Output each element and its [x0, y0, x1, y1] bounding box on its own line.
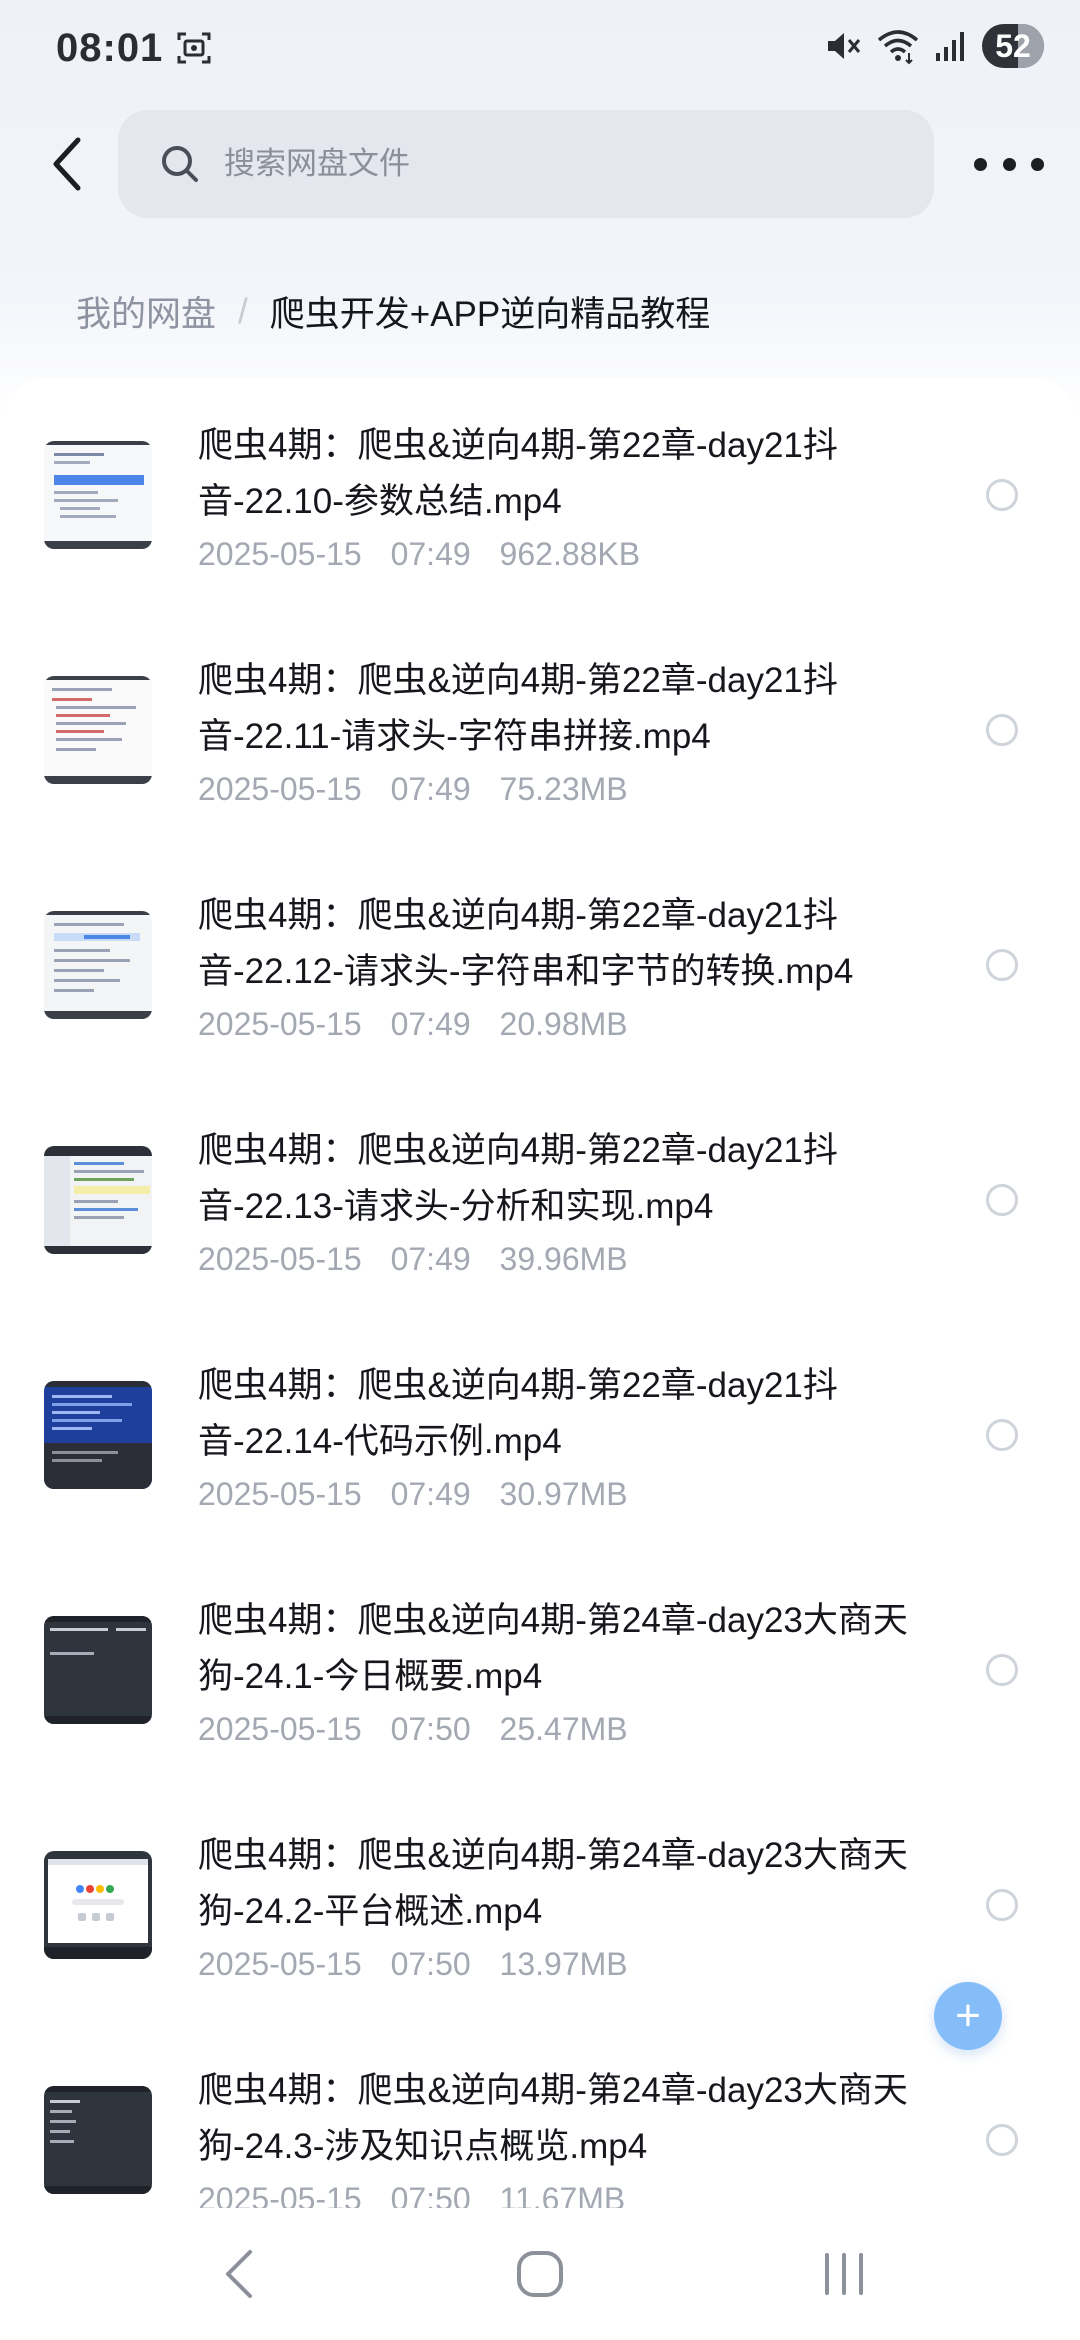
file-name: 爬虫4期：爬虫&逆向4期-第22章-day21抖音-22.14-代码示例.mp4: [198, 1366, 838, 1461]
more-button[interactable]: [974, 144, 1044, 184]
back-button[interactable]: [36, 132, 100, 196]
file-name: 爬虫4期：爬虫&逆向4期-第24章-day23大商天狗-24.3-涉及知识点概览…: [198, 2071, 908, 2166]
file-row[interactable]: 爬虫4期：爬虫&逆向4期-第24章-day23大商天狗-24.3-涉及知识点概览…: [0, 2023, 1080, 2208]
battery-level: 52: [995, 27, 1031, 64]
nav-back-icon: [226, 2250, 252, 2298]
file-meta: 2025-05-15 07:50 13.97MB: [198, 1946, 628, 1983]
file-date: 2025-05-15: [198, 771, 362, 807]
status-bar: 08:01 52: [0, 0, 1080, 100]
file-row[interactable]: 爬虫4期：爬虫&逆向4期-第22章-day21抖音-22.13-请求头-分析和实…: [0, 1083, 1080, 1318]
file-date: 2025-05-15: [198, 536, 362, 572]
battery-icon: 52: [982, 24, 1044, 68]
select-radio[interactable]: [986, 714, 1018, 746]
more-dot: [974, 157, 987, 171]
file-row[interactable]: 爬虫4期：爬虫&逆向4期-第22章-day21抖音-22.10-参数总结.mp4…: [0, 378, 1080, 613]
file-name: 爬虫4期：爬虫&逆向4期-第22章-day21抖音-22.12-请求头-字符串和…: [198, 896, 854, 991]
system-nav-bar: [0, 2208, 1080, 2340]
search-box[interactable]: [118, 110, 934, 218]
file-name: 爬虫4期：爬虫&逆向4期-第24章-day23大商天狗-24.1-今日概要.mp…: [198, 1601, 908, 1696]
video-thumbnail: [44, 441, 152, 549]
video-thumbnail: [44, 911, 152, 1019]
select-radio[interactable]: [986, 479, 1018, 511]
video-thumbnail: [44, 1616, 152, 1724]
file-time: 07:50: [390, 1711, 471, 1747]
status-time: 08:01: [56, 26, 164, 70]
screenshot-icon: [177, 32, 211, 64]
select-radio[interactable]: [986, 1889, 1018, 1921]
nav-home-icon: [517, 2251, 563, 2297]
file-size: 962.88KB: [499, 536, 641, 572]
file-date: 2025-05-15: [198, 1946, 362, 1982]
file-time: 07:49: [390, 1476, 471, 1512]
file-time: 07:49: [390, 771, 471, 807]
file-meta: 2025-05-15 07:49 39.96MB: [198, 1241, 628, 1278]
file-list: 爬虫4期：爬虫&逆向4期-第22章-day21抖音-22.10-参数总结.mp4…: [0, 378, 1080, 2208]
video-thumbnail: [44, 1381, 152, 1489]
file-time: 07:49: [390, 1006, 471, 1042]
file-size: 13.97MB: [499, 1946, 628, 1982]
file-size: 20.98MB: [499, 1006, 628, 1042]
file-size: 75.23MB: [499, 771, 628, 807]
file-date: 2025-05-15: [198, 1711, 362, 1747]
nav-home-button[interactable]: [500, 2244, 580, 2304]
select-radio[interactable]: [986, 949, 1018, 981]
video-thumbnail: [44, 1851, 152, 1959]
file-name: 爬虫4期：爬虫&逆向4期-第22章-day21抖音-22.11-请求头-字符串拼…: [198, 661, 838, 756]
file-meta: 2025-05-15 07:49 20.98MB: [198, 1006, 628, 1043]
file-time: 07:50: [390, 2181, 471, 2208]
file-size: 25.47MB: [499, 1711, 628, 1747]
file-row[interactable]: 爬虫4期：爬虫&逆向4期-第22章-day21抖音-22.12-请求头-字符串和…: [0, 848, 1080, 1083]
nav-back-button[interactable]: [200, 2244, 280, 2304]
file-row[interactable]: 爬虫4期：爬虫&逆向4期-第22章-day21抖音-22.14-代码示例.mp4…: [0, 1318, 1080, 1553]
file-meta: 2025-05-15 07:50 25.47MB: [198, 1711, 628, 1748]
video-thumbnail: [44, 1146, 152, 1254]
select-radio[interactable]: [986, 1654, 1018, 1686]
file-meta: 2025-05-15 07:49 75.23MB: [198, 771, 628, 808]
file-size: 30.97MB: [499, 1476, 628, 1512]
file-name: 爬虫4期：爬虫&逆向4期-第22章-day21抖音-22.10-参数总结.mp4: [198, 426, 838, 521]
mute-icon: [828, 33, 861, 59]
file-list-panel: 爬虫4期：爬虫&逆向4期-第22章-day21抖音-22.10-参数总结.mp4…: [0, 378, 1080, 2208]
more-dot: [1002, 157, 1016, 171]
breadcrumb-separator: /: [238, 291, 248, 331]
file-meta: 2025-05-15 07:49 962.88KB: [198, 536, 640, 573]
file-time: 07:49: [390, 1241, 471, 1277]
wifi-icon: [877, 30, 919, 65]
search-input[interactable]: [224, 146, 824, 182]
file-name: 爬虫4期：爬虫&逆向4期-第24章-day23大商天狗-24.2-平台概述.mp…: [198, 1836, 908, 1931]
file-row[interactable]: 爬虫4期：爬虫&逆向4期-第24章-day23大商天狗-24.1-今日概要.mp…: [0, 1553, 1080, 1788]
file-meta: 2025-05-15 07:49 30.97MB: [198, 1476, 628, 1513]
breadcrumb-current: 爬虫开发+APP逆向精品教程: [269, 295, 711, 334]
header: [0, 110, 1080, 220]
more-dot: [1031, 157, 1044, 171]
select-radio[interactable]: [986, 2124, 1018, 2156]
video-thumbnail: [44, 676, 152, 784]
select-radio[interactable]: [986, 1419, 1018, 1451]
signal-icon: [936, 32, 964, 61]
breadcrumb-root[interactable]: 我的网盘: [76, 286, 216, 337]
file-date: 2025-05-15: [198, 2181, 362, 2208]
file-name: 爬虫4期：爬虫&逆向4期-第22章-day21抖音-22.13-请求头-分析和实…: [198, 1131, 838, 1226]
video-thumbnail: [44, 2086, 152, 2194]
breadcrumb: 我的网盘 / 爬虫开发+APP逆向精品教程: [76, 286, 710, 337]
file-date: 2025-05-15: [198, 1476, 362, 1512]
plus-icon: +: [955, 1991, 981, 2040]
select-radio[interactable]: [986, 1184, 1018, 1216]
file-row[interactable]: 爬虫4期：爬虫&逆向4期-第24章-day23大商天狗-24.2-平台概述.mp…: [0, 1788, 1080, 2023]
file-date: 2025-05-15: [198, 1241, 362, 1277]
file-date: 2025-05-15: [198, 1006, 362, 1042]
nav-recent-icon: [825, 2253, 863, 2295]
file-meta: 2025-05-15 07:50 11.67MB: [198, 2181, 625, 2208]
file-row[interactable]: 爬虫4期：爬虫&逆向4期-第22章-day21抖音-22.11-请求头-字符串拼…: [0, 613, 1080, 848]
file-time: 07:50: [390, 1946, 471, 1982]
search-icon: [162, 146, 198, 182]
file-size: 11.67MB: [499, 2181, 626, 2208]
back-arrow-icon: [53, 137, 81, 191]
add-button[interactable]: +: [934, 1982, 1002, 2050]
file-time: 07:49: [390, 536, 471, 572]
nav-recent-button[interactable]: [804, 2244, 884, 2304]
file-size: 39.96MB: [499, 1241, 628, 1277]
